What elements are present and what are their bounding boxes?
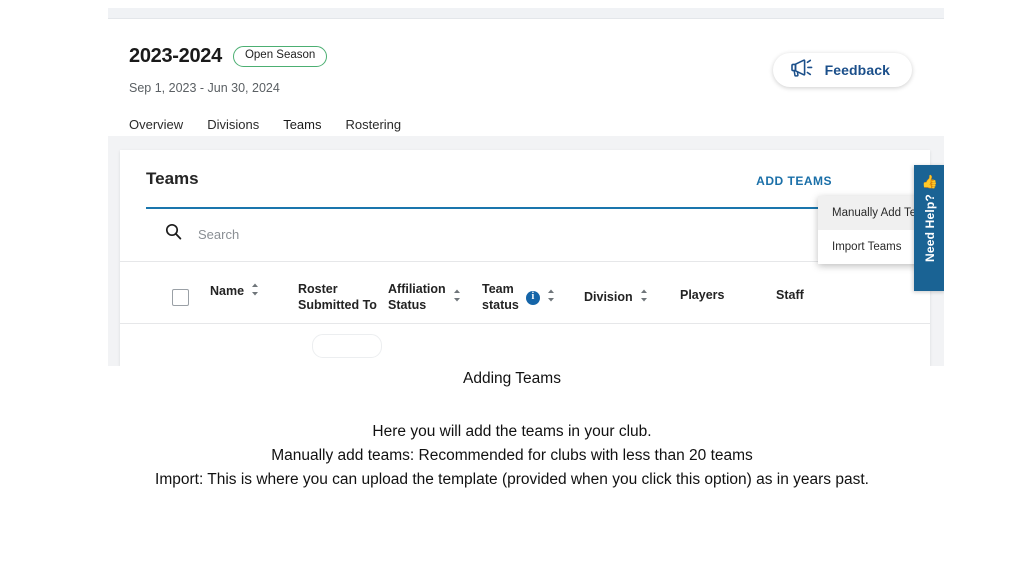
feedback-label: Feedback: [824, 62, 890, 78]
table-row: [120, 324, 930, 366]
caption-line-3: Import: This is where you can upload the…: [155, 470, 869, 488]
season-date-range: Sep 1, 2023 - Jun 30, 2024: [129, 81, 280, 95]
row-status-pill: [312, 334, 382, 358]
column-header-roster-submitted-to: Roster Submitted To: [298, 282, 377, 313]
embedded-screenshot: 2023-2024 Open Season Sep 1, 2023 - Jun …: [108, 8, 944, 366]
add-teams-button[interactable]: ADD TEAMS: [756, 174, 832, 188]
search-placeholder-text: Search: [198, 226, 240, 242]
season-title-row: 2023-2024 Open Season: [129, 45, 328, 68]
need-help-label: Need Help?: [923, 194, 937, 263]
sort-icon[interactable]: [640, 288, 648, 308]
column-header-name[interactable]: Name: [210, 282, 259, 302]
select-all-checkbox[interactable]: [172, 289, 189, 306]
page-title: Teams: [146, 169, 199, 188]
column-header-staff: Staff: [776, 288, 804, 304]
column-label: Affiliation Status: [388, 282, 446, 312]
teams-card: Teams ADD TEAMS Search Name Roster Submi…: [120, 150, 930, 366]
caption-line-1: Here you will add the teams in your club…: [372, 423, 652, 441]
column-header-affiliation-status[interactable]: Affiliation Status: [388, 282, 461, 313]
column-label: Staff: [776, 288, 804, 302]
season-title: 2023-2024: [129, 45, 222, 67]
page-content-area: Teams ADD TEAMS Search Name Roster Submi…: [108, 136, 944, 366]
browser-top-strip: [108, 8, 944, 19]
megaphone-icon: [789, 58, 815, 82]
teams-card-header: Teams ADD TEAMS: [120, 150, 930, 209]
table-header-row: Name Roster Submitted To Affiliation Sta…: [120, 261, 930, 324]
slide-caption: Adding Teams Here you will add the teams…: [0, 368, 1024, 491]
info-icon[interactable]: i: [525, 290, 540, 305]
sort-icon[interactable]: [251, 282, 259, 302]
search-row: Search: [120, 209, 930, 262]
status-badge: Open Season: [232, 46, 328, 67]
column-label: Team status: [482, 282, 519, 312]
search-icon: [165, 223, 182, 245]
need-help-tab[interactable]: 👍 Need Help?: [914, 165, 944, 291]
column-label: Roster Submitted To: [298, 282, 377, 312]
caption-line-2: Manually add teams: Recommended for club…: [271, 447, 753, 465]
column-label: Players: [680, 288, 725, 302]
sort-icon[interactable]: [547, 288, 555, 308]
season-header: 2023-2024 Open Season Sep 1, 2023 - Jun …: [108, 19, 944, 140]
column-header-division[interactable]: Division: [584, 288, 648, 308]
column-label: Division: [584, 290, 633, 304]
caption-title: Adding Teams: [463, 370, 561, 387]
column-label: Name: [210, 284, 245, 298]
sort-icon[interactable]: [453, 288, 461, 308]
feedback-button[interactable]: Feedback: [772, 53, 912, 87]
column-header-players: Players: [680, 288, 724, 304]
column-header-team-status[interactable]: Team status i: [482, 282, 555, 313]
search-input[interactable]: Search: [165, 223, 239, 245]
thumbs-up-icon: 👍: [921, 174, 939, 189]
